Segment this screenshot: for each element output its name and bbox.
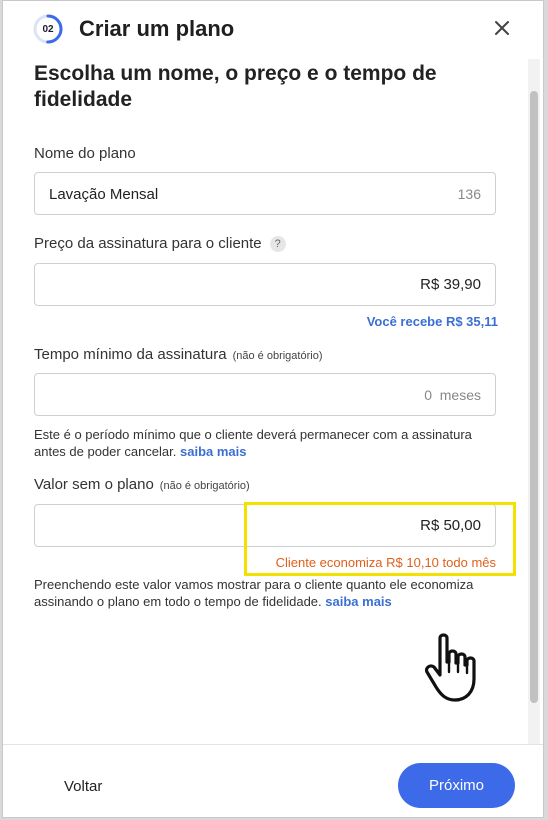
plan-name-label-text: Nome do plano [34,145,136,162]
min-time-label-text: Tempo mínimo da assinatura [34,346,227,363]
min-time-input[interactable]: 0 meses [34,373,496,416]
close-icon[interactable] [489,15,515,41]
plan-name-input[interactable]: Lavação Mensal 136 [34,172,496,215]
value-without-desc-text: Preenchendo este valor vamos mostrar par… [34,577,474,609]
price-label-text: Preço da assinatura para o cliente [34,235,262,252]
scrollbar-thumb[interactable] [530,91,538,703]
help-icon[interactable]: ? [269,236,286,252]
price-label: Preço da assinatura para o cliente? [34,235,286,252]
plan-name-label: Nome do plano [34,145,136,162]
modal-content: Escolha um nome, o preço e o tempo de fi… [3,59,526,744]
min-time-placeholder: 0 meses [424,387,481,403]
optional-tag: (não é obrigatório) [159,480,250,492]
learn-more-link[interactable]: saiba mais [325,594,392,609]
back-button[interactable]: Voltar [64,778,102,795]
next-button[interactable]: Próximo [398,763,515,808]
plan-name-value: Lavação Mensal [49,186,159,203]
section-heading: Escolha um nome, o preço e o tempo de fi… [34,62,437,111]
pointer-hand-icon [424,633,476,702]
highlight-box [244,502,516,576]
learn-more-link[interactable]: saiba mais [180,444,247,459]
optional-tag: (não é obrigatório) [232,350,323,362]
modal-title: Criar um plano [79,16,235,41]
value-without-label-text: Valor sem o plano [34,476,154,493]
modal-header: 02 Criar um plano [3,1,543,59]
min-time-desc-text: Este é o período mínimo que o cliente de… [34,427,472,459]
step-number: 02 [42,24,54,35]
value-without-description: Preenchendo este valor vamos mostrar par… [34,576,504,610]
min-time-label: Tempo mínimo da assinatura (não é obrigat… [34,346,322,363]
min-time-description: Este é o período mínimo que o cliente de… [34,426,504,460]
value-without-label: Valor sem o plano (não é obrigatório) [34,476,250,493]
modal-footer: Voltar Próximo [3,744,543,817]
net-amount-note: Você recebe R$ 35,11 [366,314,498,329]
step-indicator: 02 [33,14,63,44]
char-counter: 136 [457,186,481,202]
price-input[interactable]: R$ 39,90 [34,263,496,306]
price-value: R$ 39,90 [420,276,481,293]
create-plan-modal: 02 Criar um plano Escolha um nome, o pre… [2,0,544,818]
